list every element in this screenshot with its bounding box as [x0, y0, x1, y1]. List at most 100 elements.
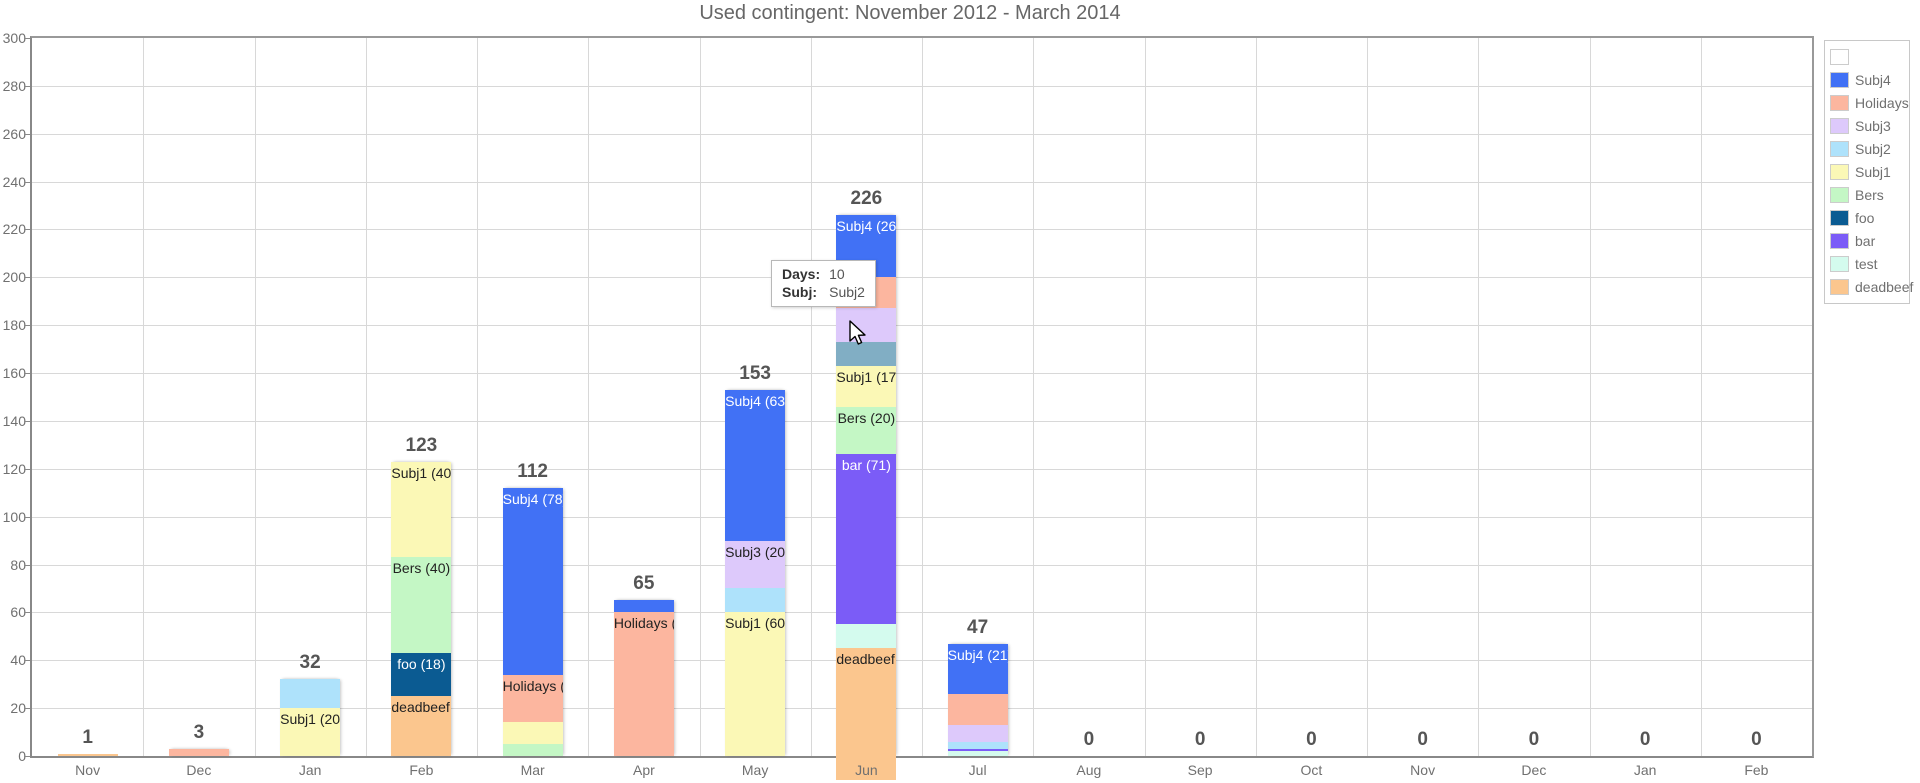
bar-segment[interactable]: Holidays (60) — [613, 612, 674, 756]
bar-segment[interactable]: Holidays (20) — [502, 674, 563, 723]
bar-stack[interactable] — [57, 753, 118, 756]
legend-item-label: Subj4 — [1855, 71, 1891, 88]
bar-segment[interactable] — [613, 600, 674, 613]
y-axis-tick-mark — [24, 373, 31, 375]
bar-stack[interactable]: Subj4 (63) Subj3 (20) Subj1 (60) — [725, 389, 786, 756]
legend-item[interactable]: Bers — [1830, 183, 1905, 206]
legend-color-swatch — [1830, 255, 1849, 272]
bar-segment[interactable]: bar (71) — [836, 454, 897, 625]
legend-item[interactable]: test — [1830, 252, 1905, 275]
bar-segment[interactable] — [280, 679, 341, 709]
tooltip-row: Subj: Subj2 — [779, 283, 868, 301]
legend-color-swatch — [1830, 163, 1849, 180]
y-axis-tick-label: 260 — [2, 125, 26, 142]
bar-segment[interactable] — [502, 744, 563, 756]
bar-segment[interactable]: Subj4 (78) — [502, 487, 563, 675]
y-axis-tick-label: 300 — [2, 30, 26, 46]
bar-stack[interactable]: Subj4 (21) — [947, 643, 1008, 756]
chart-page: Used contingent: November 2012 - March 2… — [0, 0, 1920, 783]
legend-color-swatch — [1830, 232, 1849, 249]
bar-segment[interactable]: foo (18) — [391, 653, 452, 697]
x-axis-tick-label: Aug — [1076, 762, 1102, 778]
bar-segment[interactable] — [836, 308, 897, 342]
bar-segment[interactable]: Subj1 (60) — [725, 612, 786, 756]
gridline-vertical — [255, 38, 256, 756]
legend-color-swatch — [1830, 48, 1849, 65]
legend-color-swatch — [1830, 117, 1849, 134]
bar-segment[interactable]: deadbeef (55) — [836, 648, 897, 780]
y-axis-tick-mark — [24, 181, 31, 183]
bar-segment-label: Subj4 (26) — [836, 218, 897, 235]
legend-item[interactable] — [1830, 45, 1905, 68]
bar-total-label: 65 — [633, 573, 655, 595]
legend-item[interactable]: Subj4 — [1830, 68, 1905, 91]
bar-segment[interactable] — [947, 724, 1008, 742]
bar-segment-label: bar (71) — [841, 457, 891, 474]
bar-segment[interactable] — [947, 741, 1008, 749]
gridline-vertical — [1145, 38, 1146, 756]
bar-stack[interactable]: Subj1 (20) — [280, 679, 341, 756]
y-axis-tick-mark — [24, 756, 31, 757]
bar-segment[interactable]: Subj1 (17) — [836, 365, 897, 407]
y-axis-tick-label: 240 — [2, 173, 26, 190]
bar-segment[interactable]: Subj3 (20) — [725, 540, 786, 589]
bar-segment[interactable] — [836, 341, 897, 366]
bar-stack[interactable]: Subj1 (40) Bers (40) foo (18) deadbeef (25) — [391, 461, 452, 756]
bar-stack[interactable]: Holidays (60) — [613, 600, 674, 756]
y-axis-tick-label: 280 — [2, 77, 26, 94]
legend-item[interactable]: foo — [1830, 206, 1905, 229]
tooltip-value: 10 — [829, 266, 845, 282]
bar-segment[interactable]: Subj4 (21) — [947, 643, 1008, 694]
legend-item[interactable]: bar — [1830, 229, 1905, 252]
legend-color-swatch — [1830, 140, 1849, 157]
bar-segment[interactable] — [168, 748, 229, 756]
bar-segment-label: Bers (40) — [392, 560, 451, 577]
bar-segment-label: foo (18) — [397, 656, 446, 673]
x-axis-tick-label: Jan — [298, 762, 322, 778]
bar-total-label: 0 — [1083, 729, 1095, 750]
bar-segment-label: Subj3 (20) — [725, 543, 786, 560]
bar-total-label: 1 — [82, 726, 93, 748]
bar-total-label: 0 — [1417, 729, 1428, 750]
bar-segment-label: Holidays (20) — [502, 677, 563, 694]
bar-segment-label: Subj1 (17) — [836, 368, 897, 385]
legend-item[interactable]: Subj1 — [1830, 160, 1905, 183]
legend-item[interactable]: Subj3 — [1830, 114, 1905, 137]
bar-segment[interactable] — [502, 722, 563, 745]
bar-total-label: 0 — [1306, 729, 1317, 750]
y-axis-tick-mark — [24, 229, 31, 231]
bar-stack[interactable]: Subj4 (78) Holidays (20) — [502, 487, 563, 756]
gridline-vertical — [1701, 38, 1702, 756]
bar-segment[interactable] — [725, 588, 786, 613]
legend-item[interactable]: Subj2 — [1830, 137, 1905, 160]
tooltip-table: Days: 10 Subj: Subj2 — [779, 265, 868, 301]
bar-total-label: 0 — [1639, 729, 1651, 750]
bar-segment-label: Subj1 (20) — [280, 711, 341, 728]
legend-item[interactable]: Holidays — [1830, 91, 1909, 114]
gridline-vertical — [143, 38, 144, 756]
x-axis-tick-label: Dec — [1521, 762, 1547, 778]
bar-segment[interactable] — [947, 751, 1008, 756]
bar-segment-label: Subj4 (78) — [502, 490, 563, 507]
bar-segment[interactable]: Subj1 (40) — [391, 461, 452, 558]
legend-item-label: Subj1 — [1855, 163, 1891, 180]
bar-segment[interactable]: Bers (40) — [391, 557, 452, 654]
bar-segment[interactable]: deadbeef (25) — [391, 696, 452, 756]
x-axis-tick-label: Apr — [632, 762, 655, 778]
bar-segment[interactable]: Subj4 (63) — [725, 389, 786, 541]
bar-segment[interactable]: Bers (20) — [836, 406, 897, 455]
bar-segment[interactable] — [947, 693, 1008, 725]
bar-segment[interactable] — [836, 624, 897, 649]
bar-segment[interactable]: Subj1 (20) — [280, 708, 341, 756]
legend-item-label: Holidays — [1855, 94, 1909, 111]
legend-item[interactable]: deadbeef — [1830, 275, 1913, 298]
page-title: Used contingent: November 2012 - March 2… — [699, 2, 1121, 24]
bar-stack[interactable] — [168, 748, 229, 756]
gridline-vertical — [1478, 38, 1479, 756]
tooltip-row: Days: 10 — [779, 265, 868, 283]
legend-item-label: Subj3 — [1855, 117, 1891, 134]
y-axis-tick-label: 40 — [10, 652, 26, 669]
bar-segment[interactable] — [57, 753, 118, 756]
gridline-vertical — [588, 38, 589, 756]
gridline-vertical — [366, 38, 367, 756]
